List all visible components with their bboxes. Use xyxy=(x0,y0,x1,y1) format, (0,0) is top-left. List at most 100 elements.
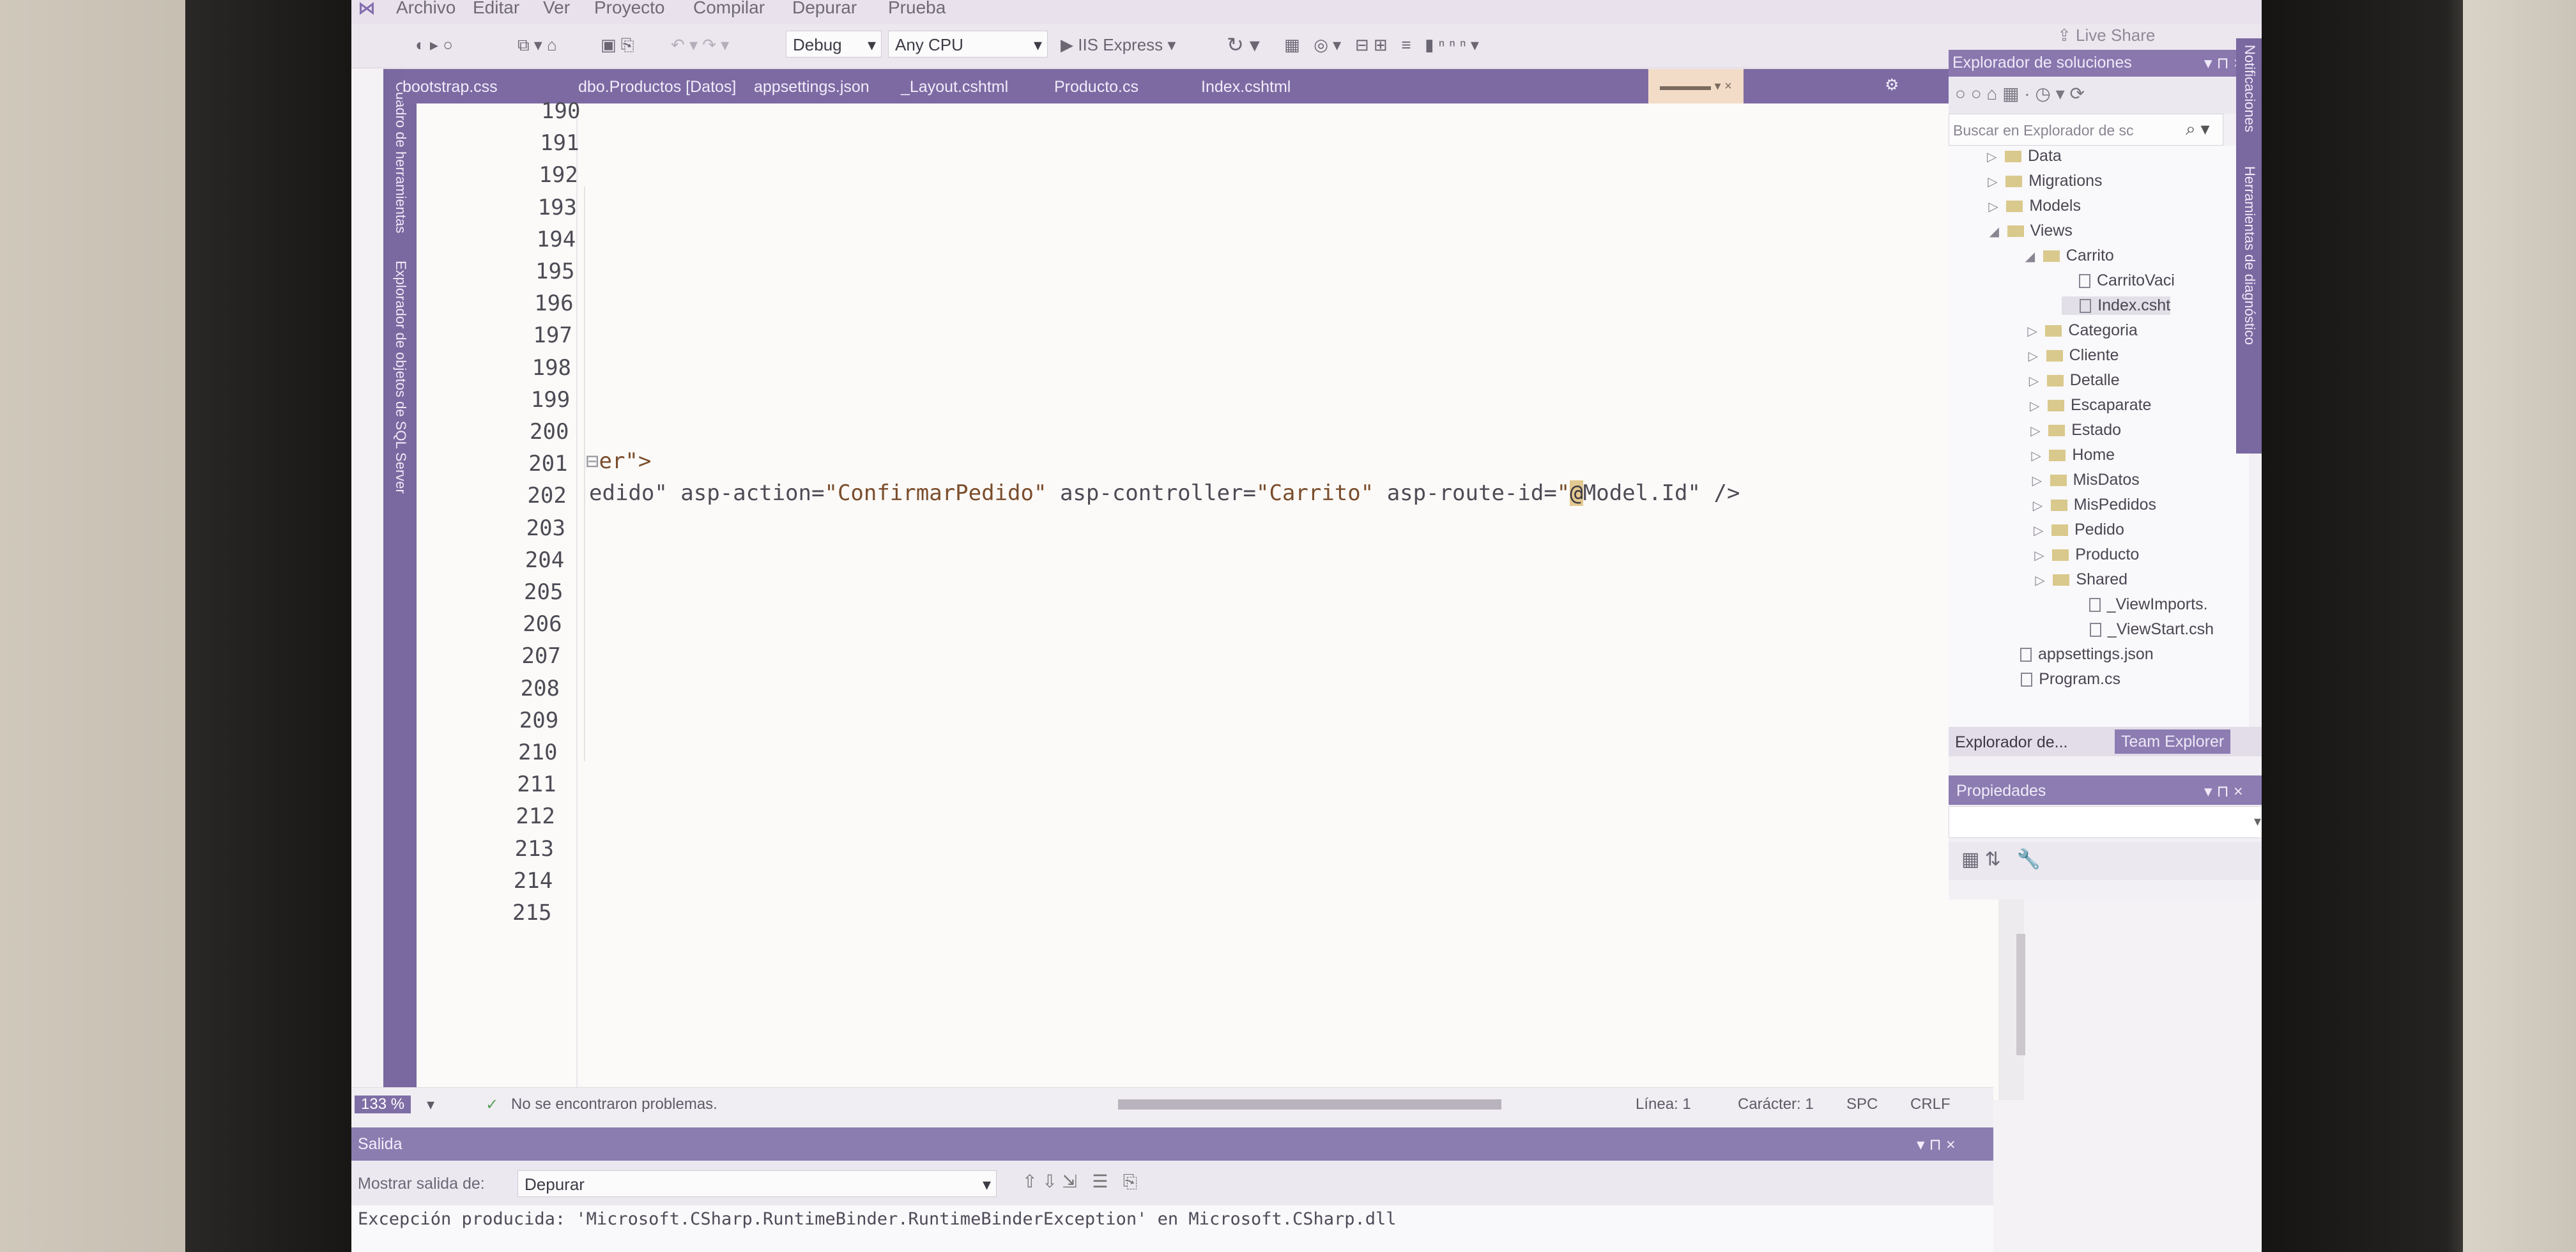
tab-appsettings[interactable]: appsettings.json xyxy=(754,78,870,96)
output-source-dropdown[interactable]: Depurar ▾ xyxy=(518,1170,997,1197)
tab-team-explorer[interactable]: Team Explorer xyxy=(2115,729,2231,754)
tree-item-label: Estado xyxy=(2071,421,2122,439)
tree-folder[interactable]: ▷ Detalle xyxy=(2029,371,2120,390)
zoom-level[interactable]: 133 % xyxy=(355,1096,411,1113)
live-share-button[interactable]: ⇪ Live Share xyxy=(2057,26,2155,45)
collapsed-arrow-icon[interactable]: ▷ xyxy=(2033,498,2051,514)
menu-prueba[interactable]: Prueba xyxy=(888,0,946,18)
tree-folder[interactable]: ▷ Pedido xyxy=(2034,521,2124,539)
tree-file[interactable]: appsettings.json xyxy=(2002,645,2154,664)
tree-file[interactable]: _ViewStart.csh xyxy=(2072,620,2214,639)
output-title: Salida xyxy=(358,1135,402,1153)
line-number: 193 xyxy=(537,194,578,220)
collapsed-arrow-icon[interactable]: ▷ xyxy=(2027,323,2045,339)
tab-active-blurred[interactable]: ▬▬▬▬ ▾ × xyxy=(1648,69,1744,103)
collapsed-arrow-icon[interactable]: ▷ xyxy=(2030,423,2048,439)
pin-icon[interactable]: ▾ ⊓ × xyxy=(2204,782,2243,801)
code-editor[interactable]: 190 191 192 193 194 195 196 197 198 199 200 201 202 2… xyxy=(417,98,2025,1100)
save-all-icon[interactable]: ▣ ⎘ xyxy=(601,32,634,57)
folder-icon xyxy=(2053,574,2070,586)
tree-file[interactable]: _ViewImports. xyxy=(2071,595,2208,614)
spc-indicator[interactable]: SPC xyxy=(1846,1096,1878,1113)
tree-folder[interactable]: ▷ Categoria xyxy=(2027,321,2137,340)
tab-solution-explorer[interactable]: Explorador de... xyxy=(1955,733,2068,752)
collapsed-arrow-icon[interactable]: ▷ xyxy=(1988,174,2005,190)
collapsed-arrow-icon[interactable]: ▷ xyxy=(1987,149,2005,165)
tree-item-label: Cliente xyxy=(2069,346,2119,364)
tree-folder[interactable]: ▷ MisPedidos xyxy=(2033,496,2156,514)
vertical-scrollbar-thumb[interactable] xyxy=(2016,934,2025,1055)
collapsed-arrow-icon[interactable]: ▷ xyxy=(2032,473,2050,489)
run-button[interactable]: ▶ IIS Express ▾ xyxy=(1061,32,1176,57)
solution-search-input[interactable]: Buscar en Explorador de sc ⌕ ▾ xyxy=(1949,114,2223,146)
tab-productos-datos[interactable]: dbo.Productos [Datos] xyxy=(578,78,736,96)
tree-folder[interactable]: ◢ Views xyxy=(1989,222,2073,240)
collapsed-arrow-icon[interactable]: ▷ xyxy=(2035,572,2053,588)
crlf-indicator[interactable]: CRLF xyxy=(1910,1096,1951,1113)
properties-object-dropdown[interactable]: ▾ xyxy=(1949,806,2262,838)
tree-item-label: Shared xyxy=(2076,570,2128,588)
sql-object-explorer-tab[interactable]: Explorador de objetos de SQL Server xyxy=(392,261,409,494)
categorized-icon[interactable]: ▦ ⇅ 🔧 xyxy=(1961,848,2041,871)
tab-bootstrap-css[interactable]: bootstrap.css xyxy=(402,78,498,96)
back-icon[interactable]: ◐ ▸ ○ xyxy=(415,32,453,57)
solution-explorer-tabs: Explorador de... Team Explorer xyxy=(1949,727,2262,756)
toolbar-icons[interactable]: ▦ ◎ ▾ ⊟ ⊞ ≡ ▮ ⁿ ⁿ ⁿ ▾ xyxy=(1284,32,1479,57)
line-number: 212 xyxy=(516,804,555,830)
tree-folder[interactable]: ▷ Escaparate xyxy=(2030,396,2151,415)
line-number: 197 xyxy=(533,323,572,349)
config-dropdown[interactable]: Debug ▾ xyxy=(786,31,882,57)
expanded-arrow-icon[interactable]: ◢ xyxy=(1989,224,2007,240)
expanded-arrow-icon[interactable]: ◢ xyxy=(2025,248,2043,264)
refresh-icon[interactable]: ↻ ▾ xyxy=(1227,32,1260,57)
tree-folder[interactable]: ▷ MisDatos xyxy=(2032,471,2140,489)
collapsed-arrow-icon[interactable]: ▷ xyxy=(1988,199,2006,215)
tree-folder[interactable]: ▷ Models xyxy=(1988,197,2081,215)
collapsed-arrow-icon[interactable]: ▷ xyxy=(2029,373,2047,389)
pin-icon[interactable]: ▾ ⊓ × xyxy=(1917,1135,1956,1154)
code-line-201[interactable]: ⊟er"> xyxy=(586,448,651,474)
tree-file[interactable]: Program.cs xyxy=(2003,670,2120,689)
tree-folder[interactable]: ▷ Cliente xyxy=(2028,346,2119,365)
collapsed-arrow-icon[interactable]: ▷ xyxy=(2034,523,2051,538)
platform-dropdown[interactable]: Any CPU ▾ xyxy=(888,31,1048,57)
tab-index-cshtml[interactable]: Index.cshtml xyxy=(1201,78,1291,96)
tab-producto-cs[interactable]: Producto.cs xyxy=(1054,78,1138,96)
menu-compilar[interactable]: Compilar xyxy=(693,0,765,18)
tree-folder[interactable]: ▷ Estado xyxy=(2030,421,2121,439)
horizontal-scrollbar-thumb[interactable] xyxy=(1118,1099,1501,1110)
toolbox-tab[interactable]: Cuadro de herramientas xyxy=(392,82,409,233)
tree-item-label: _ViewStart.csh xyxy=(2107,620,2214,638)
tree-folder[interactable]: ▷ Home xyxy=(2031,446,2115,464)
tree-item-label: Views xyxy=(2030,222,2073,240)
tab-overflow-icon[interactable]: ⚙ xyxy=(1885,75,1899,95)
chevron-down-icon[interactable]: ▾ xyxy=(427,1096,434,1114)
collapsed-arrow-icon[interactable]: ▷ xyxy=(2030,398,2048,414)
collapsed-arrow-icon[interactable]: ▷ xyxy=(2028,348,2046,364)
tab-layout[interactable]: _Layout.cshtml xyxy=(901,78,1008,96)
tree-folder[interactable]: ▷ Shared xyxy=(2035,570,2128,589)
notifications-tab[interactable]: Notificaciones xyxy=(2241,45,2258,132)
menu-ver[interactable]: Ver xyxy=(543,0,570,18)
code-line-202[interactable]: edido" asp-action="ConfirmarPedido" asp-… xyxy=(589,480,1740,506)
diagnostic-tools-tab[interactable]: Herramientas de diagnóstico xyxy=(2241,166,2258,345)
navigation-icons[interactable]: ○ ○ ⌂ ▦ · ◷ ▾ ⟳ xyxy=(1955,83,2085,104)
menu-bar: ⋈ Archivo Editar Ver Proyecto Compilar D… xyxy=(351,0,2262,24)
tree-folder[interactable]: ◢ Carrito xyxy=(2025,247,2114,265)
tree-file[interactable]: CarritoVaci xyxy=(2061,271,2175,290)
tree-folder[interactable]: ▷ Data xyxy=(1987,147,2062,165)
menu-depurar[interactable]: Depurar xyxy=(792,0,857,18)
collapsed-arrow-icon[interactable]: ▷ xyxy=(2034,547,2052,563)
tree-folder[interactable]: ▷ Migrations xyxy=(1988,172,2102,190)
menu-archivo[interactable]: Archivo xyxy=(396,0,456,18)
editor-status-bar: 133 % ▾ ✓ No se encontraron problemas. L… xyxy=(351,1087,1993,1129)
issues-status[interactable]: No se encontraron problemas. xyxy=(511,1096,717,1113)
new-project-icon[interactable]: ⧉ ▾ ⌂ xyxy=(518,32,557,57)
tree-folder[interactable]: ▷ Producto xyxy=(2034,546,2139,564)
output-toolbar-icons[interactable]: ⇧ ⇩ ⇲ ☰ ⎘ xyxy=(1022,1171,1137,1193)
menu-editar[interactable]: Editar xyxy=(473,0,519,18)
undo-redo-icon[interactable]: ↶ ▾ ↷ ▾ xyxy=(671,32,729,57)
menu-proyecto[interactable]: Proyecto xyxy=(594,0,665,18)
tree-file[interactable]: Index.csht xyxy=(2062,296,2171,315)
collapsed-arrow-icon[interactable]: ▷ xyxy=(2031,448,2049,464)
